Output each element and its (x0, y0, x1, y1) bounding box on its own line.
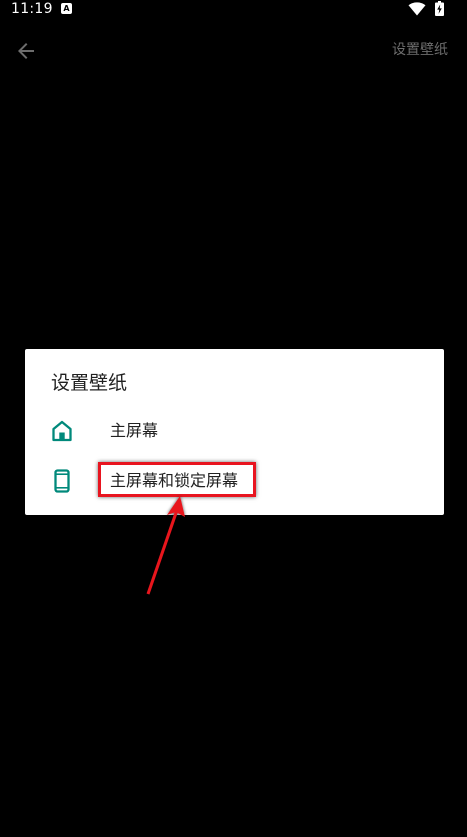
back-arrow-icon[interactable] (14, 39, 38, 63)
page-title: 设置壁纸 (392, 42, 448, 58)
screen: 11:19 A 设置壁纸 设置壁纸 主屏幕 主屏幕和锁定屏幕 (0, 0, 467, 837)
wifi-icon (408, 2, 426, 16)
option-label-home-screen: 主屏幕 (110, 421, 159, 440)
phone-icon (54, 469, 70, 493)
dialog-title: 设置壁纸 (51, 372, 128, 394)
annotation-arrow-icon (146, 496, 185, 595)
status-bar: 11:19 A (0, 0, 467, 18)
notification-a-icon: A (61, 3, 72, 14)
home-icon (52, 420, 72, 442)
status-time: 11:19 (11, 1, 53, 17)
battery-charging-icon (435, 1, 444, 16)
option-home-screen[interactable]: 主屏幕 (25, 408, 444, 454)
